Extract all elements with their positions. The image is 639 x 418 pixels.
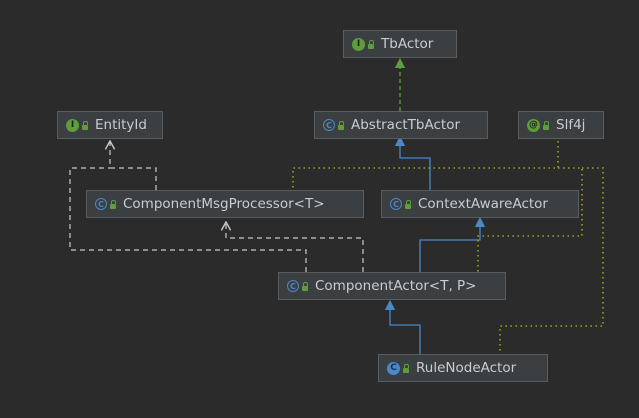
lock-icon [82,120,88,130]
node-entityid[interactable]: I EntityId [57,111,163,139]
lock-icon [543,120,549,130]
node-label: EntityId [95,117,147,133]
node-label: ContextAwareActor [418,196,548,212]
interface-icon: I [66,118,79,132]
edge-slf4j-componentmsgprocessor [292,141,559,190]
node-label: TbActor [381,36,434,52]
edge-rulenodeactor-componentactor [384,299,421,354]
abstract-class-icon: C [390,198,402,210]
edge-componentactor-contextawareactor [419,216,486,272]
node-label: ComponentActor<T, P> [315,278,477,294]
class-icon: C [387,361,400,375]
abstract-class-icon: C [323,119,335,131]
lock-icon [368,39,374,49]
node-label: RuleNodeActor [416,360,517,376]
class-diagram: I TbActor C AbstractTbActor @ Slf4j I En… [0,0,639,418]
node-contextawareactor[interactable]: C ContextAwareActor [381,190,579,218]
node-rulenodeactor[interactable]: C RuleNodeActor [378,354,548,382]
lock-icon [110,199,116,209]
node-label: AbstractTbActor [351,117,461,133]
lock-icon [405,199,411,209]
node-abstracttbactor[interactable]: C AbstractTbActor [314,111,488,139]
node-label: ComponentMsgProcessor<T> [123,196,325,212]
lock-icon [338,120,344,130]
edge-contextawareactor-abstracttbactor [394,135,431,190]
node-componentmsgprocessor[interactable]: C ComponentMsgProcessor<T> [86,190,364,218]
edge-componentactor-entityid [69,167,307,272]
abstract-class-icon: C [95,198,107,210]
lock-icon [403,363,409,373]
abstract-class-icon: C [287,280,299,292]
edge-componentmsgprocessor-entityid [110,141,157,190]
node-componentactor[interactable]: C ComponentActor<T, P> [278,272,506,300]
annotation-icon: @ [527,118,540,132]
node-tbactor[interactable]: I TbActor [343,30,457,58]
edge-componentactor-componentmsgprocessor [226,222,364,272]
edge-slf4j-contextawareactor [477,167,583,272]
node-slf4j[interactable]: @ Slf4j [518,111,604,139]
lock-icon [302,281,308,291]
node-label: Slf4j [556,117,586,133]
interface-icon: I [352,37,365,51]
